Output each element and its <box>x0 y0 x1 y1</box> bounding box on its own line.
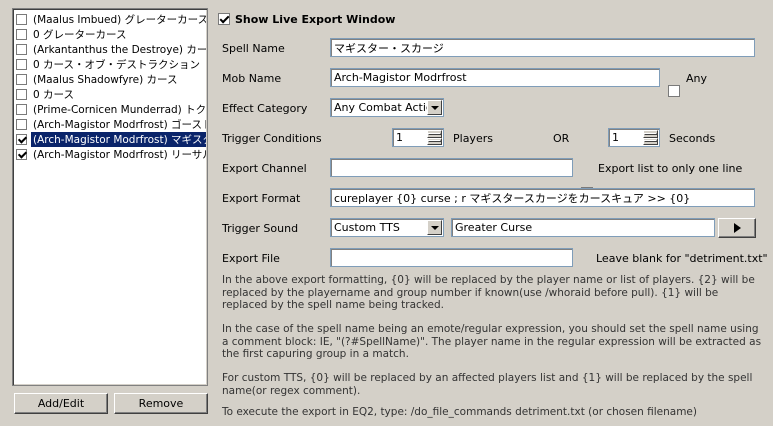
spell-name-input[interactable]: マギスター・スカージ <box>330 38 755 57</box>
players-spin-buttons[interactable] <box>427 130 442 145</box>
list-item-checkbox[interactable] <box>16 44 27 55</box>
players-label: Players <box>453 132 493 145</box>
help-paragraph-3: For custom TTS, {0} will be replaced by … <box>222 372 753 397</box>
list-item-checkbox[interactable] <box>16 104 27 115</box>
list-item-checkbox[interactable] <box>16 149 27 160</box>
list-item-label: (Arkantanthus the Destroye) カース・オブ・デストラク… <box>33 44 206 56</box>
list-item-checkbox[interactable] <box>16 134 27 145</box>
effect-category-value: Any Combat Actic <box>334 101 432 114</box>
export-format-input[interactable]: cureplayer {0} curse ; r マギスタースカージをカースキュ… <box>330 188 755 207</box>
show-live-label: Show Live Export Window <box>235 13 396 26</box>
help-paragraph-2: In the case of the spell name being an e… <box>222 323 762 360</box>
help-paragraph-4: To execute the export in EQ2, type: /do_… <box>222 406 697 418</box>
list-item-label: 0 グレーターカース <box>33 29 127 41</box>
mob-name-input[interactable]: Arch-Magistor Modrfrost <box>330 68 660 87</box>
list-item-checkbox[interactable] <box>16 59 27 70</box>
list-item[interactable]: 0 カース <box>16 87 206 102</box>
list-item-checkbox[interactable] <box>16 74 27 85</box>
or-label: OR <box>553 132 570 145</box>
list-item[interactable]: (Arkantanthus the Destroye) カース・オブ・デストラク… <box>16 42 206 57</box>
export-channel-input[interactable] <box>330 158 573 177</box>
export-channel-label: Export Channel <box>222 162 307 175</box>
any-label: Any <box>686 72 708 85</box>
chevron-down-icon[interactable] <box>427 100 442 115</box>
seconds-spin-buttons[interactable] <box>643 130 658 145</box>
players-count-stepper[interactable]: 1 <box>392 128 444 147</box>
list-item[interactable]: 0 カース・オブ・デストラクション <box>16 57 206 72</box>
play-sound-button[interactable] <box>718 218 756 238</box>
list-item[interactable]: (Arch-Magistor Modrfrost) ゴーストリー・カース <box>16 117 206 132</box>
list-item[interactable]: (Arch-Magistor Modrfrost) マギスター・スカージ <box>16 132 206 147</box>
add-edit-label: Add/Edit <box>37 397 85 410</box>
show-live-checkbox[interactable] <box>218 13 230 25</box>
players-count-value: 1 <box>396 131 403 144</box>
list-item[interactable]: 0 グレーターカース <box>16 27 206 42</box>
list-item-checkbox[interactable] <box>16 119 27 130</box>
one-line-label: Export list to only one line <box>598 162 743 175</box>
mob-name-value: Arch-Magistor Modrfrost <box>334 71 467 84</box>
list-item[interactable]: (Maalus Imbued) グレーターカース <box>16 12 206 27</box>
tts-text-input[interactable]: Greater Curse <box>451 218 715 237</box>
any-checkbox[interactable] <box>668 85 680 97</box>
play-icon <box>733 223 741 233</box>
effect-category-select[interactable]: Any Combat Actic <box>330 98 444 117</box>
list-item-label: (Maalus Imbued) グレーターカース <box>33 14 206 26</box>
export-format-value: cureplayer {0} curse ; r マギスタースカージをカースキュ… <box>334 191 691 205</box>
list-item[interactable]: (Maalus Shadowfyre) カース <box>16 72 206 87</box>
list-item[interactable]: (Prime-Cornicen Munderrad) トクシック・カース <box>16 102 206 117</box>
sound-type-value: Custom TTS <box>334 221 400 234</box>
export-format-label: Export Format <box>222 192 301 205</box>
list-item-label: (Arch-Magistor Modrfrost) マギスター・スカージ <box>31 132 206 147</box>
list-item-checkbox[interactable] <box>16 29 27 40</box>
spell-name-label: Spell Name <box>222 42 285 55</box>
spin-up-icon[interactable] <box>643 130 658 138</box>
list-item[interactable]: (Arch-Magistor Modrfrost) リーサル・カース <box>16 147 206 162</box>
remove-button[interactable]: Remove <box>114 393 208 414</box>
list-item-checkbox[interactable] <box>16 14 27 25</box>
list-item-label: (Maalus Shadowfyre) カース <box>33 74 178 86</box>
chevron-down-icon[interactable] <box>427 220 442 235</box>
export-file-input[interactable] <box>330 248 573 267</box>
spin-down-icon[interactable] <box>643 137 658 145</box>
spin-down-icon[interactable] <box>427 137 442 145</box>
list-item-label: (Arch-Magistor Modrfrost) ゴーストリー・カース <box>33 119 206 131</box>
seconds-count-value: 1 <box>612 131 619 144</box>
spell-name-value: マギスター・スカージ <box>334 41 444 55</box>
list-item-label: 0 カース・オブ・デストラクション <box>33 59 200 71</box>
add-edit-button[interactable]: Add/Edit <box>14 393 108 414</box>
seconds-count-stepper[interactable]: 1 <box>608 128 660 147</box>
seconds-label: Seconds <box>669 132 716 145</box>
mob-name-label: Mob Name <box>222 72 282 85</box>
sound-type-select[interactable]: Custom TTS <box>330 218 444 237</box>
list-item-label: 0 カース <box>33 89 74 101</box>
help-paragraph-1: In the above export formatting, {0} will… <box>222 274 755 311</box>
trigger-conditions-label: Trigger Conditions <box>222 132 322 145</box>
list-item-label: (Arch-Magistor Modrfrost) リーサル・カース <box>33 149 206 161</box>
detriment-list[interactable]: (Maalus Imbued) グレーターカース 0 グレーターカース (Arkan… <box>12 8 208 386</box>
export-file-hint: Leave blank for "detriment.txt" <box>596 252 768 265</box>
remove-label: Remove <box>138 397 184 410</box>
spin-up-icon[interactable] <box>427 130 442 138</box>
list-item-checkbox[interactable] <box>16 89 27 100</box>
effect-category-label: Effect Category <box>222 102 308 115</box>
list-item-label: (Prime-Cornicen Munderrad) トクシック・カース <box>33 104 206 116</box>
export-file-label: Export File <box>222 252 280 265</box>
trigger-sound-label: Trigger Sound <box>222 222 299 235</box>
tts-text-value: Greater Curse <box>455 221 533 234</box>
